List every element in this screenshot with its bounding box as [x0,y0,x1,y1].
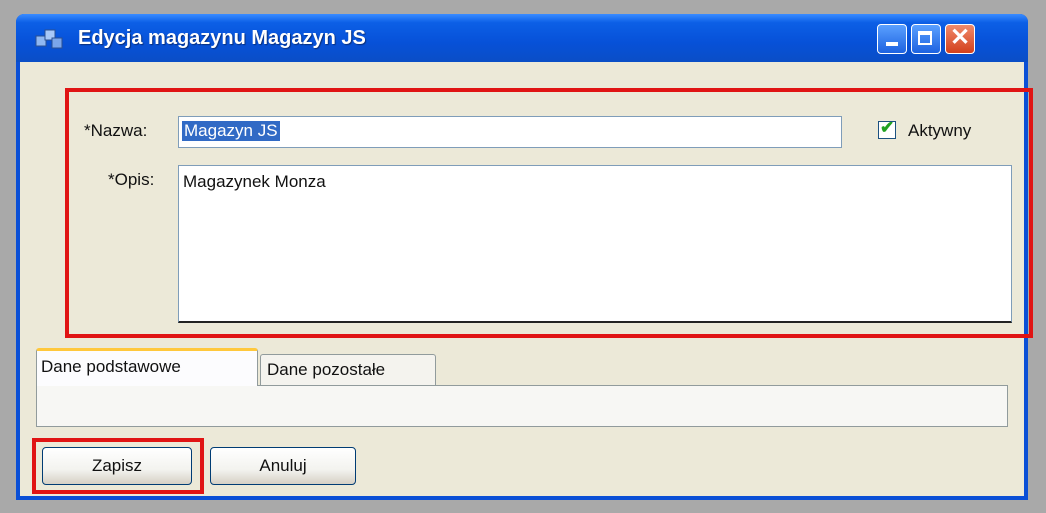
title-bar[interactable]: Edycja magazynu Magazyn JS ✕ [16,14,1028,62]
tab-dane-pozostale[interactable]: Dane pozostałe [260,354,436,386]
minimize-icon [886,42,898,46]
tab-panel [36,385,1008,427]
highlight-box-save [32,438,204,494]
maximize-button[interactable] [911,24,941,54]
close-button[interactable]: ✕ [945,24,975,54]
highlight-box-fields [65,88,1033,338]
maximize-icon [918,31,932,45]
cancel-button[interactable]: Anuluj [210,447,356,485]
app-cubes-icon [35,29,63,49]
close-icon: ✕ [949,24,971,51]
window-title: Edycja magazynu Magazyn JS [78,27,366,49]
screenshot-frame: Edycja magazynu Magazyn JS ✕ *Nazwa: Mag… [0,0,1046,513]
dialog-client-area: *Nazwa: Magazyn JS ✔ Aktywny *Opis: Maga… [20,62,1033,496]
dialog-window: Edycja magazynu Magazyn JS ✕ *Nazwa: Mag… [16,14,1033,500]
tab-dane-podstawowe[interactable]: Dane podstawowe [36,348,258,386]
minimize-button[interactable] [877,24,907,54]
